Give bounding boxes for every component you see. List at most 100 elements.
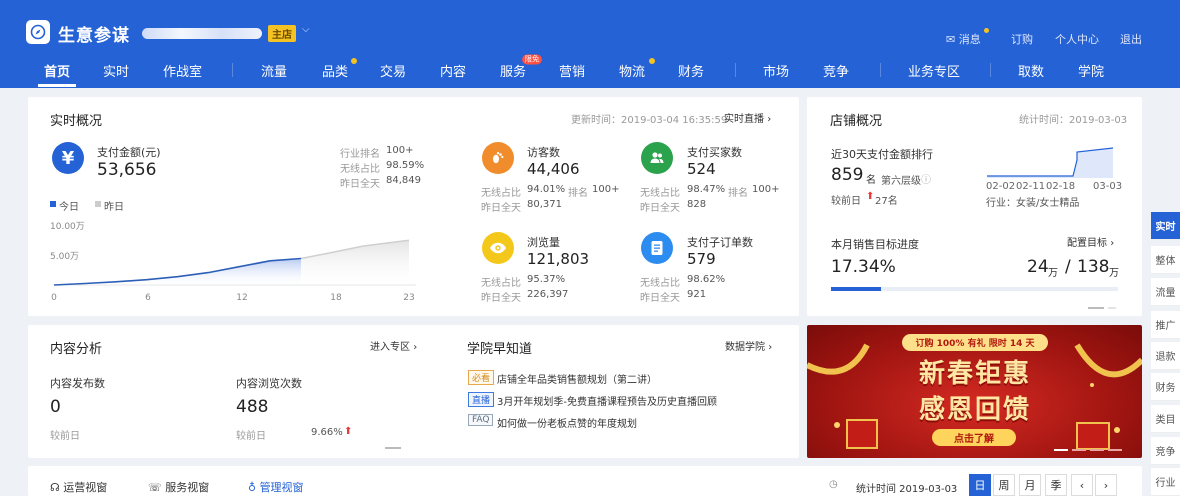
arrow-up-icon: ⬆: [344, 426, 353, 437]
academy-title: 学院早知道: [467, 342, 533, 357]
side-tab-finance[interactable]: 财务: [1151, 373, 1180, 401]
side-tab-overall[interactable]: 整体: [1151, 246, 1180, 274]
enter-zone-link[interactable]: 进入专区 ›: [370, 338, 417, 353]
management-tab[interactable]: ♁ 管理视窗: [248, 479, 304, 495]
shop-name-blurred: [142, 28, 262, 39]
messages-link[interactable]: ✉ 消息: [946, 31, 981, 47]
rank-trend-chart: [987, 147, 1114, 178]
side-tab-promotion[interactable]: 推广: [1151, 311, 1180, 339]
realtime-title: 实时概况: [50, 114, 103, 129]
chevron-down-icon[interactable]: ⌵: [302, 24, 310, 35]
period-quarter[interactable]: 季: [1045, 474, 1067, 496]
period-week[interactable]: 周: [993, 474, 1015, 496]
rank-label: 行业排名: [340, 149, 380, 160]
x-tick-label: 12: [236, 293, 247, 303]
info-icon[interactable]: ⓘ: [921, 171, 931, 186]
nav-realtime[interactable]: 实时: [103, 61, 129, 80]
prev-button[interactable]: ‹: [1071, 474, 1093, 496]
rank-level: 第六层级: [881, 176, 921, 187]
nav-trade[interactable]: 交易: [380, 61, 406, 80]
nav-fetch-data[interactable]: 取数: [1018, 61, 1044, 80]
nav-war-room[interactable]: 作战室: [163, 61, 202, 80]
visitors-label: 访客数: [527, 146, 560, 159]
nav-academy[interactable]: 学院: [1078, 61, 1104, 80]
nav-category[interactable]: 品类: [322, 61, 348, 80]
banner-cta-button[interactable]: 点击了解: [932, 429, 1016, 446]
arrow-up-icon: ⬆: [866, 191, 875, 202]
banner-indicator[interactable]: [1072, 449, 1086, 451]
pageviews-wireless-label: 无线占比: [481, 278, 521, 289]
banner-indicator[interactable]: [1054, 449, 1068, 451]
period-day[interactable]: 日: [969, 474, 991, 496]
target-progress-fill: [831, 287, 881, 291]
nav-finance[interactable]: 财务: [678, 61, 704, 80]
carousel-indicator[interactable]: [385, 447, 401, 449]
pay-amount-label: 支付金额(元): [97, 146, 161, 159]
nav-logistics[interactable]: 物流: [619, 61, 645, 80]
shop-title: 店铺概况: [830, 114, 883, 129]
banner-indicator[interactable]: [1108, 449, 1122, 451]
order-list-icon: [641, 232, 673, 264]
nav-service-tag: 限免: [522, 54, 542, 65]
buyers-rank: 100+: [752, 184, 780, 195]
buyers-rank-label: 排名: [728, 188, 748, 199]
rank-compare-value: 27名: [875, 196, 898, 207]
yesterday-value: 84,849: [386, 175, 421, 186]
pageviews-wireless: 95.37%: [527, 274, 566, 285]
nav-content[interactable]: 内容: [440, 61, 466, 80]
brand-title[interactable]: 生意参谋: [58, 21, 130, 46]
side-tab-refund[interactable]: 退款: [1151, 342, 1180, 370]
live-link[interactable]: 实时直播 ›: [724, 110, 771, 125]
pageviews-yesterday-label: 昨日全天: [481, 293, 521, 304]
logout-link[interactable]: 退出: [1120, 31, 1142, 47]
side-tab-industry[interactable]: 行业: [1151, 468, 1180, 496]
nav-traffic[interactable]: 流量: [261, 61, 287, 80]
nav-competition[interactable]: 竞争: [823, 61, 849, 80]
side-tab-traffic[interactable]: 流量: [1151, 278, 1180, 306]
visitors-wireless-label: 无线占比: [481, 188, 521, 199]
nav-business-zone[interactable]: 业务专区: [908, 61, 960, 80]
nav-marketing[interactable]: 营销: [559, 61, 585, 80]
nav-home[interactable]: 首页: [44, 61, 70, 80]
visitors-rank-label: 排名: [568, 188, 588, 199]
banner-headline-1: 新春钜惠: [918, 359, 1031, 389]
configure-target-link[interactable]: 配置目标 ›: [1067, 234, 1114, 249]
operations-tab[interactable]: ☊ 运营视窗: [50, 479, 107, 495]
service-tab[interactable]: ☏ 服务视窗: [148, 479, 209, 495]
chevron-right-icon: ›: [767, 114, 772, 125]
carousel-indicator[interactable]: [1088, 307, 1104, 309]
buyers-wireless: 98.47%: [687, 184, 726, 195]
promo-banner[interactable]: 订购 100% 有礼 限时 14 天 新春钜惠 感恩回馈 点击了解: [807, 325, 1142, 458]
content-view-label: 内容浏览次数: [236, 377, 302, 390]
content-view-value: 488: [236, 397, 269, 417]
data-academy-link[interactable]: 数据学院 ›: [725, 338, 772, 353]
management-tab-label: 管理视窗: [259, 481, 304, 494]
y-tick-label: 10.00万: [50, 222, 85, 232]
content-pub-compare: 较前日: [50, 431, 80, 442]
compass-icon[interactable]: [26, 20, 50, 44]
nav-market[interactable]: 市场: [763, 61, 789, 80]
academy-item[interactable]: 如何做一份老板点赞的年度规划: [497, 415, 637, 430]
chevron-right-icon: ›: [768, 342, 773, 353]
subscribe-link[interactable]: 订购: [1011, 31, 1033, 47]
side-tab-competition[interactable]: 竞争: [1151, 437, 1180, 465]
tag-live: 直播: [468, 392, 495, 407]
side-tab-realtime[interactable]: 实时: [1151, 212, 1180, 240]
nav-category-dot: [351, 58, 357, 64]
suborders-yesterday: 921: [687, 289, 707, 300]
rank-30d-title: 近30天支付金额排行: [831, 148, 933, 161]
next-button[interactable]: ›: [1095, 474, 1117, 496]
banner-indicator[interactable]: [1090, 449, 1104, 451]
academy-item[interactable]: 店铺全年品类销售额规划（第二讲）: [497, 371, 657, 386]
sales-slash: /: [1065, 257, 1071, 277]
nav-service[interactable]: 服务: [500, 61, 526, 80]
ribbon-left: [807, 343, 870, 375]
period-month[interactable]: 月: [1019, 474, 1041, 496]
pageviews-label: 浏览量: [527, 236, 560, 249]
carousel-indicator[interactable]: [1108, 307, 1116, 309]
personal-center-link[interactable]: 个人中心: [1055, 31, 1099, 47]
tag-faq: FAQ: [468, 414, 494, 426]
buyers-value: 524: [687, 160, 716, 178]
academy-item[interactable]: 3月开年规划季-免费直播课程预告及历史直播回顾: [497, 393, 717, 408]
side-tab-category[interactable]: 类目: [1151, 405, 1180, 433]
